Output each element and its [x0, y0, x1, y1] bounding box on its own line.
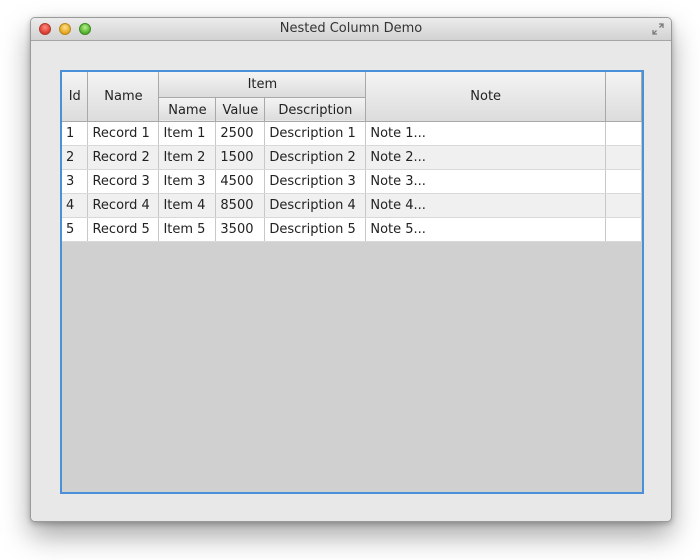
cell-note[interactable]: Note 3... [365, 169, 606, 194]
cell-name[interactable]: Record 3 [87, 169, 160, 194]
column-header-filler [605, 72, 642, 122]
app-window: Nested Column Demo Id Name Item Note Nam… [30, 17, 672, 522]
cell-value[interactable]: 4500 [215, 169, 266, 194]
cell-name[interactable]: Record 2 [87, 145, 160, 170]
cell-filler [605, 217, 642, 242]
cell-filler [605, 145, 642, 170]
column-header-id[interactable]: Id [62, 72, 89, 122]
cell-filler [605, 169, 642, 194]
cell-filler [605, 193, 642, 218]
cell-value[interactable]: 8500 [215, 193, 266, 218]
cell-description[interactable]: Description 3 [264, 169, 367, 194]
cell-note[interactable]: Note 1... [365, 121, 606, 146]
cell-value[interactable]: 3500 [215, 217, 266, 242]
cell-id[interactable]: 2 [62, 145, 89, 170]
cell-item-name[interactable]: Item 4 [158, 193, 217, 218]
column-group-header-item[interactable]: Item [158, 72, 367, 98]
cell-id[interactable]: 1 [62, 121, 89, 146]
window-title: Nested Column Demo [279, 21, 423, 36]
table-row[interactable]: 4 Record 4 Item 4 8500 Description 4 Not… [62, 193, 642, 218]
table-row[interactable]: 1 Record 1 Item 1 2500 Description 1 Not… [62, 121, 642, 146]
column-header-item-value[interactable]: Value [215, 97, 266, 122]
cell-item-name[interactable]: Item 1 [158, 121, 217, 146]
cell-filler [605, 121, 642, 146]
cell-description[interactable]: Description 1 [264, 121, 367, 146]
cell-description[interactable]: Description 5 [264, 217, 367, 242]
cell-name[interactable]: Record 5 [87, 217, 160, 242]
content-pane: Id Name Item Note Name Value Description [31, 41, 671, 521]
table-row[interactable]: 5 Record 5 Item 5 3500 Description 5 Not… [62, 217, 642, 242]
table-row[interactable]: 3 Record 3 Item 3 4500 Description 3 Not… [62, 169, 642, 194]
cell-id[interactable]: 5 [62, 217, 89, 242]
cell-description[interactable]: Description 2 [264, 145, 367, 170]
cell-id[interactable]: 3 [62, 169, 89, 194]
cell-name[interactable]: Record 1 [87, 121, 160, 146]
cell-note[interactable]: Note 4... [365, 193, 606, 218]
cell-description[interactable]: Description 4 [264, 193, 367, 218]
cell-note[interactable]: Note 5... [365, 217, 606, 242]
column-header-item-name[interactable]: Name [158, 97, 217, 122]
table-scroll-pane[interactable]: Id Name Item Note Name Value Description [60, 70, 644, 494]
cell-name[interactable]: Record 4 [87, 193, 160, 218]
cell-item-name[interactable]: Item 3 [158, 169, 217, 194]
cell-id[interactable]: 4 [62, 193, 89, 218]
fullscreen-icon[interactable] [651, 22, 665, 36]
column-header-item-description[interactable]: Description [264, 97, 367, 122]
cell-item-name[interactable]: Item 2 [158, 145, 217, 170]
title-bar[interactable]: Nested Column Demo [31, 18, 671, 41]
records-table[interactable]: Id Name Item Note Name Value Description [62, 72, 642, 242]
cell-note[interactable]: Note 2... [365, 145, 606, 170]
cell-value[interactable]: 2500 [215, 121, 266, 146]
cell-item-name[interactable]: Item 5 [158, 217, 217, 242]
table-row[interactable]: 2 Record 2 Item 2 1500 Description 2 Not… [62, 145, 642, 170]
column-header-note[interactable]: Note [365, 72, 606, 122]
cell-value[interactable]: 1500 [215, 145, 266, 170]
column-header-name[interactable]: Name [87, 72, 160, 122]
